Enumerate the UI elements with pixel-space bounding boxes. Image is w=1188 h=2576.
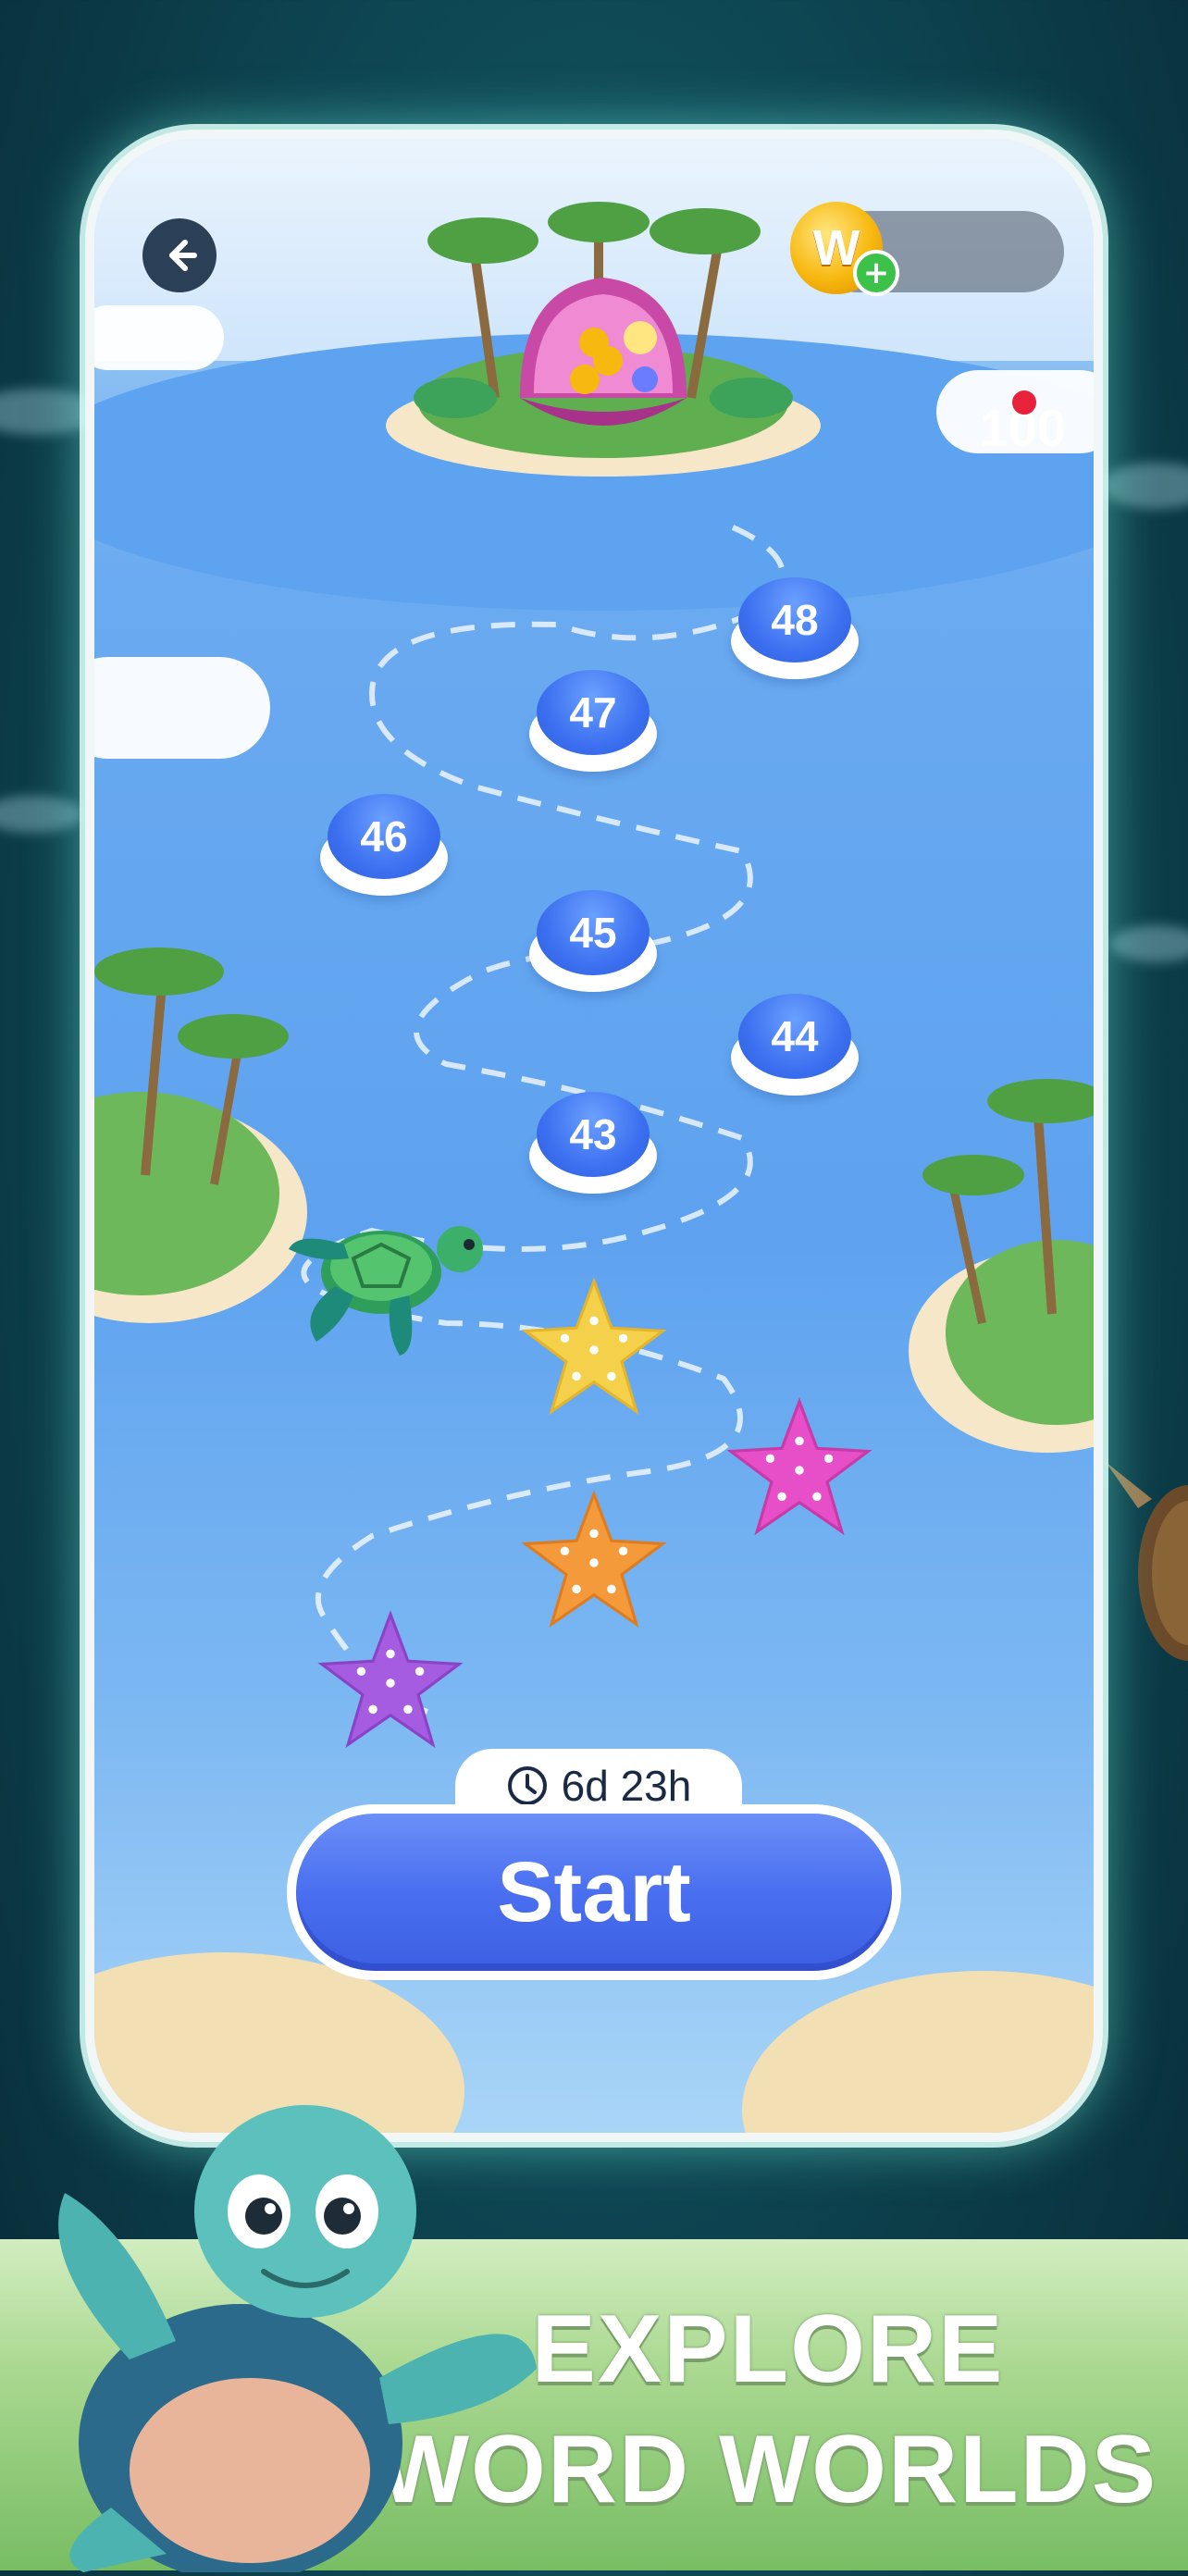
- background-wave: [1110, 925, 1188, 962]
- add-coins-button[interactable]: +: [853, 250, 899, 296]
- timer-text: 6d 23h: [561, 1762, 692, 1810]
- background-wave: [0, 796, 83, 833]
- player-turtle-icon: [279, 1194, 492, 1360]
- game-screen: 48 47 46 45 44 43 W + 100 6d 23h Start: [94, 139, 1094, 2133]
- background-turtle: [1101, 1443, 1188, 1684]
- starfish-icon[interactable]: [725, 1397, 873, 1536]
- level-node-48[interactable]: 48: [731, 577, 859, 679]
- level-node-45[interactable]: 45: [529, 890, 657, 992]
- start-button-label: Start: [296, 1814, 892, 1971]
- level-number: 43: [537, 1092, 650, 1177]
- level-number: 45: [537, 890, 650, 975]
- back-button[interactable]: [142, 218, 217, 292]
- starfish-icon[interactable]: [520, 1277, 668, 1416]
- starfish-icon[interactable]: [316, 1610, 464, 1749]
- background-wave: [1101, 463, 1188, 509]
- phone-frame: 48 47 46 45 44 43 W + 100 6d 23h Start: [85, 130, 1103, 2142]
- start-button[interactable]: Start: [287, 1804, 901, 1980]
- level-number: 48: [738, 577, 851, 663]
- arrow-left-icon: [169, 240, 197, 271]
- starfish-icon[interactable]: [520, 1490, 668, 1629]
- turtle-mascot: [28, 2073, 546, 2576]
- notification-dot: [1010, 389, 1038, 416]
- level-node-43[interactable]: 43: [529, 1092, 657, 1194]
- level-node-44[interactable]: 44: [731, 994, 859, 1096]
- clock-icon: [507, 1766, 547, 1805]
- reward-amount: 100: [979, 399, 1066, 457]
- level-number: 47: [537, 670, 650, 755]
- level-number: 46: [328, 794, 440, 879]
- level-number: 44: [738, 994, 851, 1079]
- level-node-47[interactable]: 47: [529, 670, 657, 772]
- level-node-46[interactable]: 46: [320, 794, 448, 896]
